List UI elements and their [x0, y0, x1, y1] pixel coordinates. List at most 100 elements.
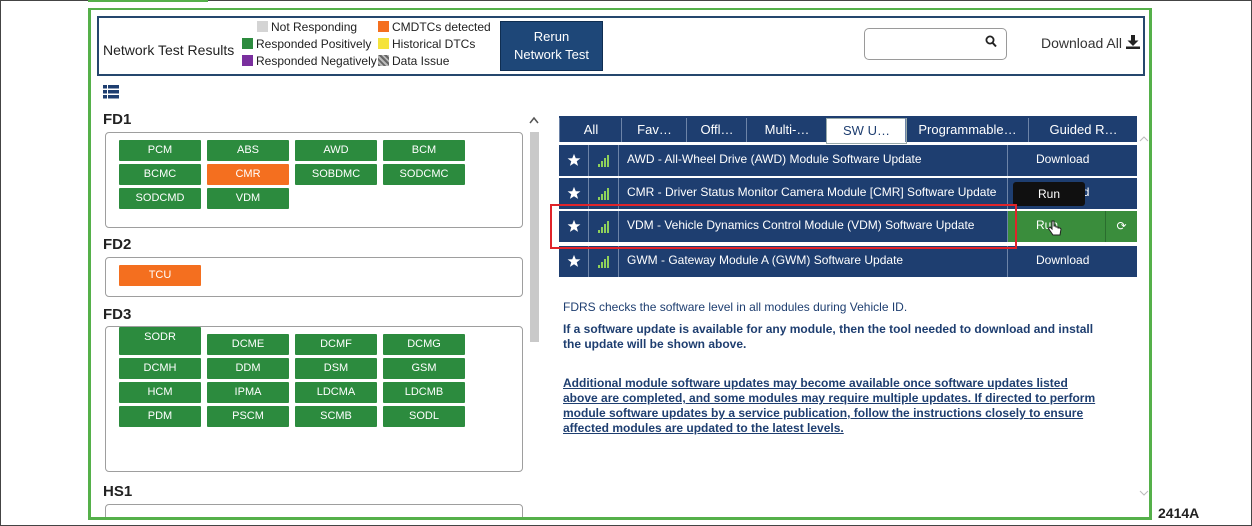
info-text-update-line1: If a software update is available for an… [563, 322, 1094, 336]
module-button-dcmh[interactable]: DCMH [119, 358, 201, 379]
info-link-line1[interactable]: Additional module software updates may b… [563, 376, 1143, 391]
software-update-row: AWD - All-Wheel Drive (AWD) Module Softw… [559, 145, 1137, 176]
legend-label: Responded Positively [256, 37, 372, 51]
module-button-ipma[interactable]: IPMA [207, 382, 289, 403]
legend-swatch-green [242, 38, 253, 49]
search-icon[interactable] [985, 35, 997, 53]
software-update-row: GWM - Gateway Module A (GWM) Software Up… [559, 246, 1137, 277]
module-panel: FD1 PCM ABS AWD BCM BCMC CMR SOBDMC SODCMC SODCM… [91, 106, 539, 517]
legend-not-responding: Not Responding [257, 20, 357, 34]
module-button-ldcmb[interactable]: LDCMB [383, 382, 465, 403]
module-button-hcm[interactable]: HCM [119, 382, 201, 403]
download-all-label: Download All [1041, 35, 1122, 51]
update-description: AWD - All-Wheel Drive (AWD) Module Softw… [627, 152, 922, 166]
module-button-pcm[interactable]: PCM [119, 140, 201, 161]
legend-historical-dtcs: Historical DTCs [378, 37, 475, 51]
legend-cmdtcs-detected: CMDTCs detected [378, 20, 491, 34]
module-button-dcmg[interactable]: DCMG [383, 334, 465, 355]
module-box-fd2: TCU [105, 257, 523, 297]
signal-strength-icon [589, 246, 619, 277]
tab-programmable[interactable]: Programmable… [905, 118, 1029, 142]
module-button-sodr[interactable]: SODR [119, 327, 201, 348]
module-button-dcme[interactable]: DCME [207, 334, 289, 355]
search-input[interactable] [871, 34, 985, 56]
legend-label: Responded Negatively [256, 54, 377, 68]
module-button-scmb[interactable]: SCMB [295, 406, 377, 427]
legend-swatch-purple [242, 55, 253, 66]
tab-all[interactable]: All [559, 118, 622, 142]
legend-swatch-hatched [378, 55, 389, 66]
download-icon [1125, 35, 1140, 51]
update-description: CMR - Driver Status Monitor Camera Modul… [627, 185, 997, 199]
module-button-gsm[interactable]: GSM [383, 358, 465, 379]
module-button-dcmf[interactable]: DCMF [295, 334, 377, 355]
rerun-label-line1: Rerun [533, 29, 570, 44]
download-all-button[interactable]: Download All [1041, 35, 1140, 51]
rerun-network-test-button[interactable]: Rerun Network Test [500, 21, 603, 71]
module-button-sobdmc[interactable]: SOBDMC [295, 164, 377, 185]
module-button-ldcma[interactable]: LDCMA [295, 382, 377, 403]
download-button[interactable]: Download [1007, 145, 1137, 176]
run-button[interactable]: Run [1007, 211, 1105, 242]
tab-guided-r[interactable]: Guided R… [1028, 118, 1138, 142]
section-title-fd1: FD1 [103, 111, 132, 128]
signal-strength-icon [589, 145, 619, 176]
legend-label: Historical DTCs [392, 37, 476, 51]
legend-label: Not Responding [271, 20, 358, 34]
legend-swatch-orange [378, 21, 389, 32]
tab-multi[interactable]: Multi-… [746, 118, 827, 142]
legend-swatch-grey [257, 21, 268, 32]
page-title: Network Test Results [103, 42, 235, 58]
module-button-cmr[interactable]: CMR [207, 164, 289, 185]
scrollbar-thumb[interactable] [530, 132, 539, 342]
tab-offl[interactable]: Offl… [686, 118, 747, 142]
network-test-header: Network Test Results Not Responding Resp… [97, 16, 1145, 76]
module-button-awd[interactable]: AWD [295, 140, 377, 161]
legend-responded-negatively: Responded Negatively [242, 54, 377, 68]
rerun-label-line2: Network Test [514, 47, 589, 62]
app-window: Network Test Results Not Responding Resp… [88, 8, 1152, 520]
info-text-vehicle-id: FDRS checks the software level in all mo… [563, 300, 908, 314]
run-tooltip: Run [1013, 182, 1085, 206]
refresh-icon[interactable]: ⟳ [1105, 211, 1137, 242]
info-link-line2[interactable]: above are completed, and some modules ma… [563, 391, 1143, 406]
section-title-hs1: HS1 [103, 483, 133, 500]
module-button-abs[interactable]: ABS [207, 140, 289, 161]
info-link-line3[interactable]: module software updates by a service pub… [563, 406, 1143, 421]
figure-label: 2414A [1158, 505, 1200, 521]
update-tabs-bar: All Fav… Offl… Multi-… SW U… Programmable… Gui… [559, 116, 1138, 144]
module-box-hs1 [105, 504, 523, 517]
list-view-icon[interactable] [103, 85, 119, 104]
info-link-line4[interactable]: affected modules are updated to the late… [563, 421, 1143, 436]
module-button-ddm[interactable]: DDM [207, 358, 289, 379]
tab-fav[interactable]: Fav… [621, 118, 687, 142]
legend-data-issue: Data Issue [378, 54, 449, 68]
tab-sw-u[interactable]: SW U… [826, 118, 907, 144]
highlight-box [550, 204, 1017, 249]
legend-label: CMDTCs detected [392, 20, 491, 34]
module-button-bcmc[interactable]: BCMC [119, 164, 201, 185]
module-panel-scrollbar[interactable] [527, 112, 539, 508]
module-button-tcu[interactable]: TCU [119, 265, 201, 286]
module-box-fd3: CCMDCMEDCMFDCMGDCMHDDMDSMGSMHCMIPMALDCMA… [105, 326, 523, 472]
section-title-fd3: FD3 [103, 306, 132, 323]
module-button-sodcmd[interactable]: SODCMD [119, 188, 201, 209]
module-button-bcm[interactable]: BCM [383, 140, 465, 161]
section-title-fd2: FD2 [103, 236, 132, 253]
module-box-fd1: PCM ABS AWD BCM BCMC CMR SOBDMC SODCMC SODCMD VDM [105, 132, 523, 228]
favorite-star-icon[interactable] [559, 246, 589, 277]
module-button-dsm[interactable]: DSM [295, 358, 377, 379]
module-button-vdm[interactable]: VDM [207, 188, 289, 209]
info-text-update-line2: the update will be shown above. [563, 337, 747, 351]
legend-swatch-yellow [378, 38, 389, 49]
module-button-pdm[interactable]: PDM [119, 406, 201, 427]
download-button[interactable]: Download [1007, 246, 1137, 277]
legend-label: Data Issue [392, 54, 450, 68]
favorite-star-icon[interactable] [559, 145, 589, 176]
module-button-sodcmc[interactable]: SODCMC [383, 164, 465, 185]
search-box[interactable] [864, 28, 1007, 60]
module-button-pscm[interactable]: PSCM [207, 406, 289, 427]
update-description: GWM - Gateway Module A (GWM) Software Up… [627, 253, 904, 267]
module-button-sodl[interactable]: SODL [383, 406, 465, 427]
legend-responded-positively: Responded Positively [242, 37, 371, 51]
